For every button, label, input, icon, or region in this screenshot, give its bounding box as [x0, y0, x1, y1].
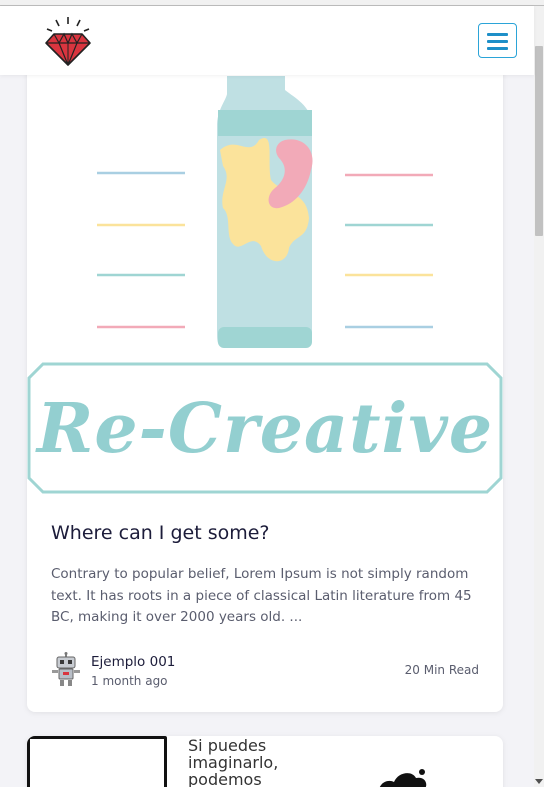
post-card[interactable]: Re-Creative Where can I get some? Contra…: [27, 40, 503, 712]
post-card-next[interactable]: Si puedes imaginarlo, podemos: [27, 736, 503, 787]
quote-line: imaginarlo,: [188, 753, 279, 772]
quote-line: podemos: [188, 770, 262, 787]
robot-avatar-icon[interactable]: [51, 652, 81, 686]
next-post-image-frame[interactable]: [27, 736, 167, 787]
scrollbar-thumb[interactable]: [535, 46, 543, 236]
menu-toggle-button[interactable]: [478, 23, 517, 58]
ink-splash-icon: [379, 769, 427, 787]
image-brand-text: Re-Creative: [35, 389, 493, 469]
post-featured-image[interactable]: Re-Creative: [27, 40, 503, 500]
scroll-down-arrow-icon[interactable]: [535, 779, 543, 784]
navbar: [0, 6, 534, 75]
post-title[interactable]: Where can I get some?: [51, 522, 270, 544]
next-post-quote: Si puedes imaginarlo, podemos: [188, 737, 278, 787]
post-excerpt: Contrary to popular belief, Lorem Ipsum …: [51, 566, 472, 625]
post-date: 1 month ago: [91, 674, 168, 688]
author-name[interactable]: Ejemplo 001: [91, 654, 175, 670]
read-time: 20 Min Read: [404, 663, 479, 677]
ruby-gem-icon[interactable]: [44, 16, 92, 68]
vertical-scrollbar[interactable]: [534, 6, 544, 787]
quote-line: Si puedes: [188, 736, 267, 755]
